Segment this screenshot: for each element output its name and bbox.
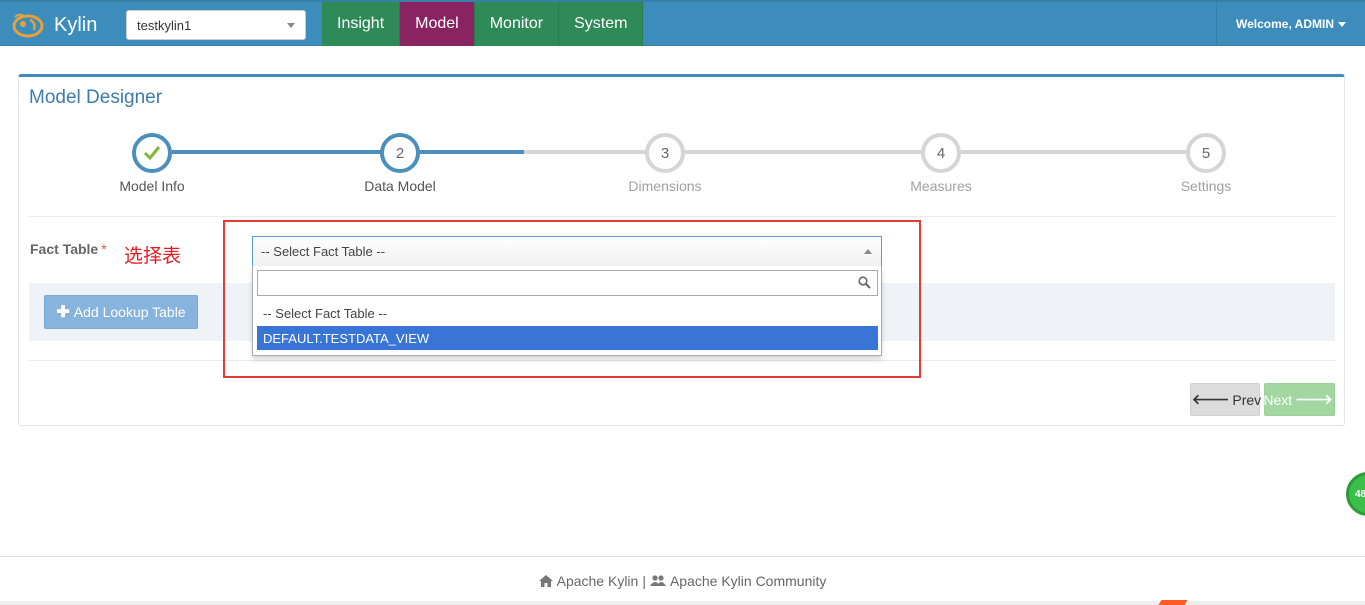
caret-down-icon [1338,21,1346,27]
step-circle: 3 [645,133,685,173]
nav-tab-system[interactable]: System [559,2,644,46]
fact-table-dropdown: -- Select Fact Table -- DEFAULT.TESTDATA… [252,266,882,356]
divider [29,360,1335,361]
step-label: Data Model [364,178,436,194]
divider [29,216,1335,217]
step-label: Settings [1180,178,1232,194]
footer-link-community[interactable]: Apache Kylin Community [670,573,826,589]
step-circle [132,133,172,173]
main-nav: Insight Model Monitor System [322,2,644,46]
kylin-logo-icon [10,10,46,40]
add-lookup-table-button[interactable]: ✚ Add Lookup Table [44,295,198,329]
prev-button[interactable]: 🡐 Prev [1190,383,1262,416]
home-icon [538,575,553,587]
footer-accent [1158,600,1188,605]
nav-tab-monitor[interactable]: Monitor [474,2,560,46]
step-label: Model Info [119,178,185,194]
step-circle: 2 [380,133,420,173]
footer-separator: | [642,573,646,589]
floating-badge[interactable]: 48 [1346,472,1365,516]
plus-icon: ✚ [56,304,70,321]
brand[interactable]: Kylin [10,2,97,48]
fact-table-search-input[interactable] [257,270,878,296]
nav-tab-insight[interactable]: Insight [322,2,401,46]
page-title: Model Designer [29,87,163,108]
fact-table-label-text: Fact Table [30,241,99,257]
wizard-step-dimensions[interactable]: 3 Dimensions [585,133,745,194]
step-label: Measures [910,178,972,194]
chevron-down-icon [287,23,295,28]
wizard-step-data-model[interactable]: 2 Data Model [320,133,480,194]
nav-tab-model[interactable]: Model [400,2,475,46]
prev-label: Prev [1232,391,1262,408]
caret-up-icon [864,249,872,254]
top-navbar: Kylin testkylin1 Insight Model Monitor S… [0,0,1365,46]
annotation-select-table: 选择表 [124,246,182,267]
project-select[interactable]: testkylin1 [126,10,306,40]
user-menu[interactable]: Welcome, ADMIN [1216,2,1365,46]
next-button[interactable]: Next 🡒 [1263,383,1335,416]
wizard-step-settings[interactable]: 5 Settings [1126,133,1286,194]
footer-link-apache-kylin[interactable]: Apache Kylin [557,573,639,589]
step-label: Dimensions [628,178,702,194]
user-menu-label: Welcome, ADMIN [1235,17,1334,31]
dropdown-option[interactable]: -- Select Fact Table -- [257,301,878,325]
arrow-right-icon: 🡒 [1295,391,1333,407]
required-mark: * [101,241,107,257]
footer: Apache Kylin | Apache Kylin Community [0,556,1365,605]
wizard-step-measures[interactable]: 4 Measures [861,133,1021,194]
search-icon [858,276,871,294]
fact-table-label: Fact Table * [30,241,107,257]
check-icon [143,146,161,161]
wizard-step-model-info[interactable]: Model Info [72,133,232,194]
step-circle: 4 [921,133,961,173]
add-lookup-table-label: Add Lookup Table [73,304,186,320]
arrow-left-icon: 🡐 [1191,391,1230,407]
next-label: Next [1263,391,1293,408]
dropdown-option-highlighted[interactable]: DEFAULT.TESTDATA_VIEW [257,326,878,350]
brand-name: Kylin [54,13,98,36]
fact-table-select-value: -- Select Fact Table -- [261,244,386,259]
step-circle: 5 [1186,133,1226,173]
users-icon [649,575,666,586]
project-select-value: testkylin1 [137,17,192,33]
fact-table-select[interactable]: -- Select Fact Table -- [252,236,882,267]
